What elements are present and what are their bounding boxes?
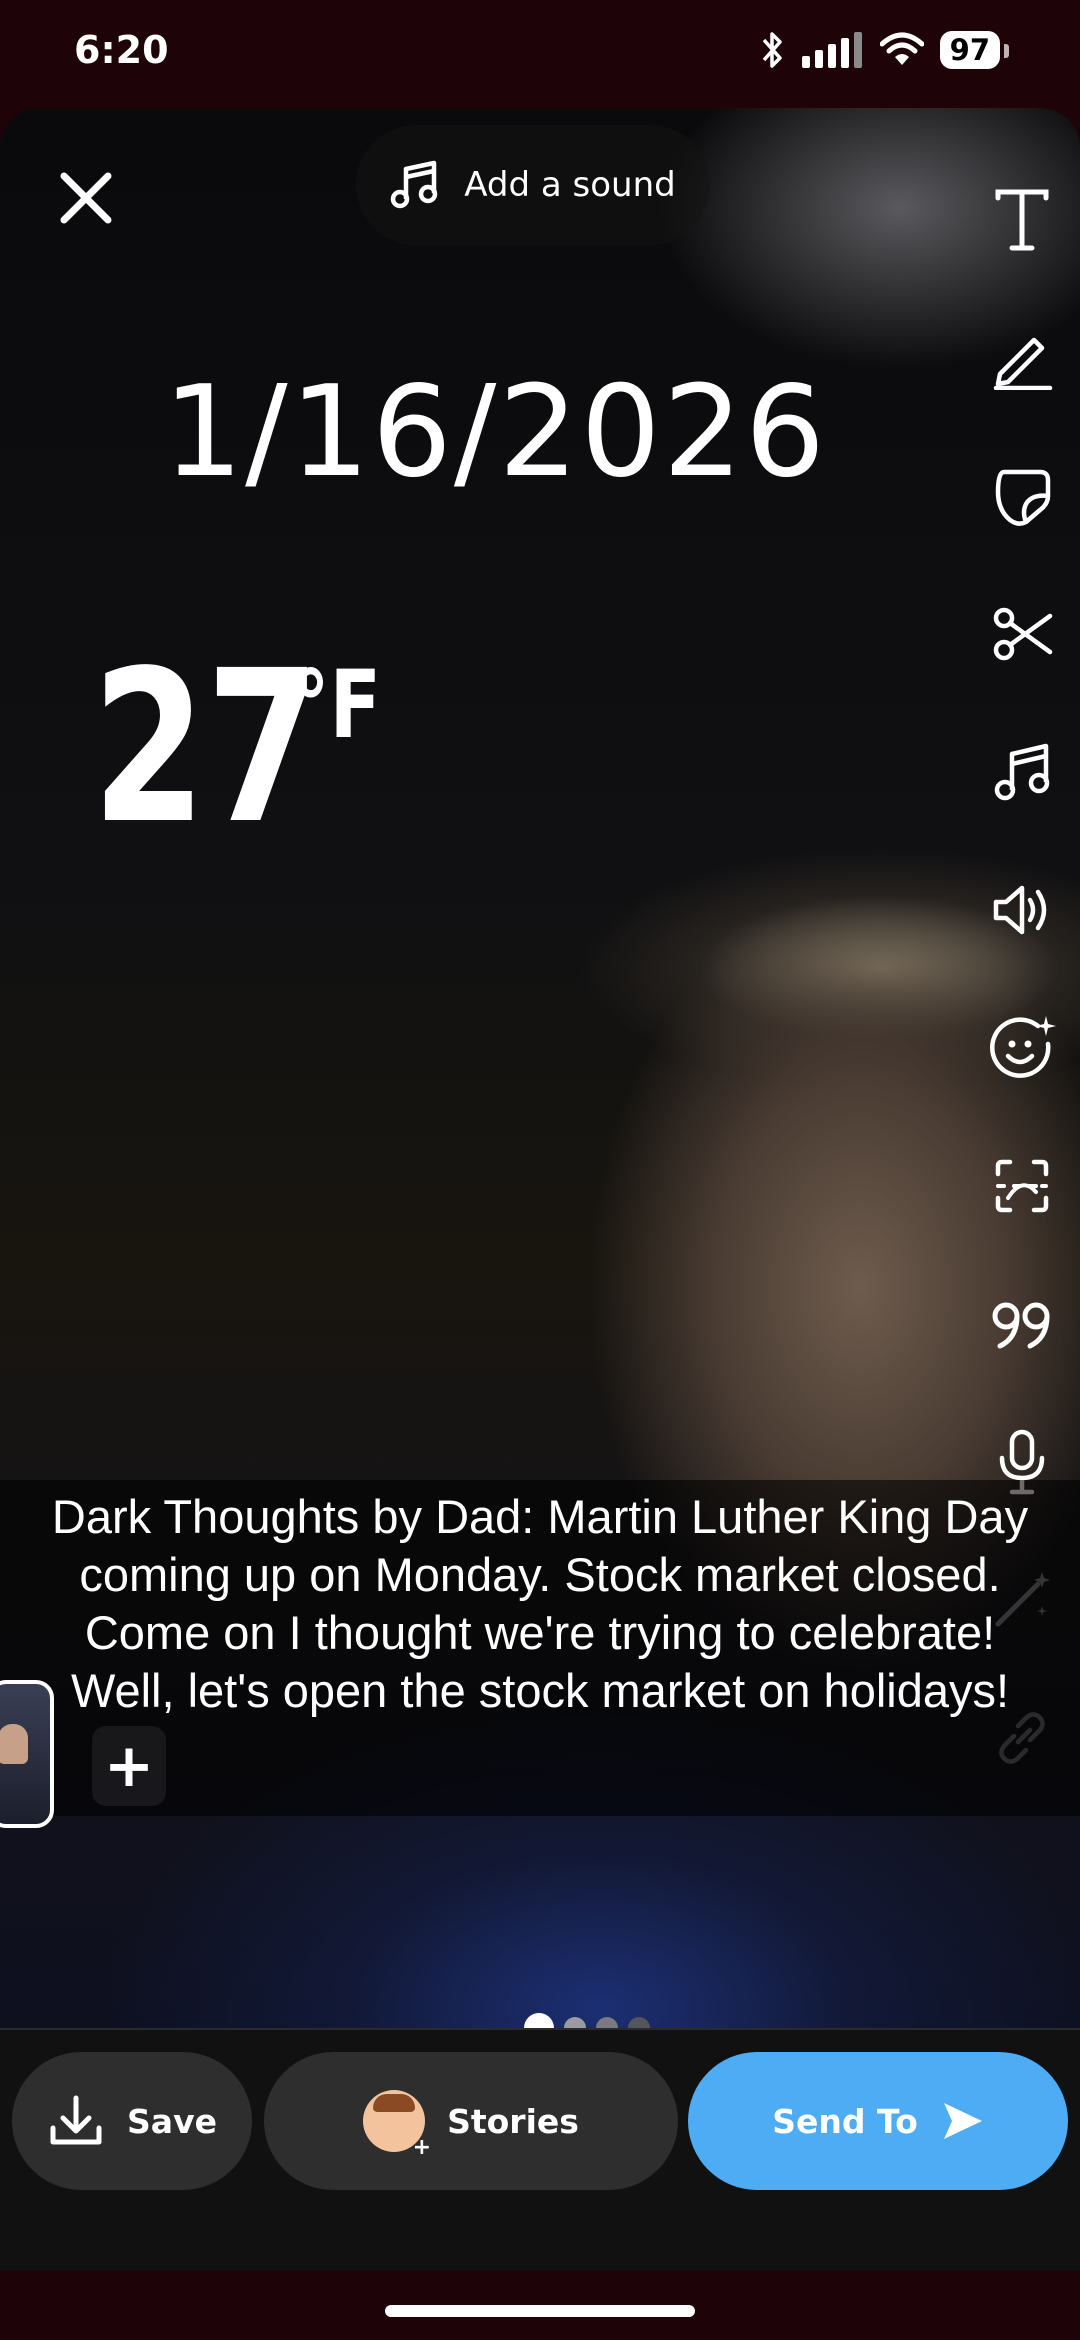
avatar	[363, 2090, 431, 2160]
speaker-icon	[993, 885, 1047, 935]
status-time: 6:20	[74, 28, 169, 72]
caption-text[interactable]: Dark Thoughts by Dad: Martin Luther King…	[36, 1488, 1044, 1720]
text-tool-button[interactable]	[982, 180, 1062, 260]
bottom-action-bar: Save Stories Send To	[0, 2028, 1080, 2272]
wifi-icon	[879, 32, 924, 65]
snap-preview[interactable]: Add a sound 1/16/2026 27 °F Dark Thought…	[0, 108, 1080, 2028]
add-snap-button[interactable]: +	[92, 1726, 166, 1806]
temperature-value: 27	[92, 625, 320, 870]
home-indicator[interactable]	[385, 2305, 695, 2317]
quote-tool-button[interactable]	[982, 1284, 1062, 1364]
weather-sticker[interactable]: 27 °F	[92, 643, 403, 853]
music-icon	[994, 743, 1050, 801]
draw-tool-button[interactable]	[982, 318, 1062, 398]
save-button[interactable]: Save	[12, 2052, 252, 2190]
close-icon	[60, 172, 112, 224]
text-icon	[995, 189, 1049, 251]
page-dot	[564, 2017, 586, 2028]
battery-indicator: 97	[939, 31, 1010, 69]
add-icon: +	[103, 1731, 155, 1801]
scissors-tool-button[interactable]	[982, 594, 1062, 674]
sparkle-face-icon	[990, 1016, 1056, 1078]
scan-icon	[995, 1159, 1049, 1213]
lens-tool-button[interactable]	[982, 1008, 1062, 1088]
download-icon	[50, 2095, 102, 2145]
send-to-label: Send To	[772, 2101, 918, 2141]
home-area	[0, 2270, 1080, 2340]
status-icons: 97	[760, 30, 1010, 70]
volume-tool-button[interactable]	[982, 870, 1062, 950]
date-sticker[interactable]: 1/16/2026	[0, 358, 990, 505]
music-note-icon	[391, 160, 438, 209]
quote-icon	[992, 1302, 1050, 1349]
save-label: Save	[127, 2101, 217, 2141]
scan-tool-button[interactable]	[982, 1146, 1062, 1226]
music-tool-button[interactable]	[982, 732, 1062, 812]
stories-button[interactable]: Stories	[264, 2052, 678, 2190]
add-sound-button[interactable]: Add a sound	[356, 125, 710, 245]
stories-label: Stories	[447, 2101, 579, 2141]
send-arrow-icon	[943, 2103, 982, 2139]
status-bar: 6:20 97	[0, 0, 1080, 108]
page-dot	[596, 2017, 618, 2028]
bluetooth-icon	[762, 32, 782, 68]
page-indicator	[524, 2013, 650, 2028]
send-to-button[interactable]: Send To	[688, 2052, 1068, 2190]
add-sound-label: Add a sound	[464, 165, 676, 205]
pencil-icon	[993, 337, 1053, 390]
close-button[interactable]	[56, 168, 116, 228]
signal-icon	[801, 32, 862, 68]
page-dot-active	[524, 2013, 554, 2028]
sticker-icon	[995, 469, 1051, 526]
sticker-tool-button[interactable]	[982, 456, 1062, 536]
page-dot	[628, 2017, 650, 2028]
scissors-icon	[993, 607, 1053, 661]
temperature-unit: °F	[292, 651, 381, 760]
snap-thumbnail[interactable]	[0, 1680, 54, 1828]
